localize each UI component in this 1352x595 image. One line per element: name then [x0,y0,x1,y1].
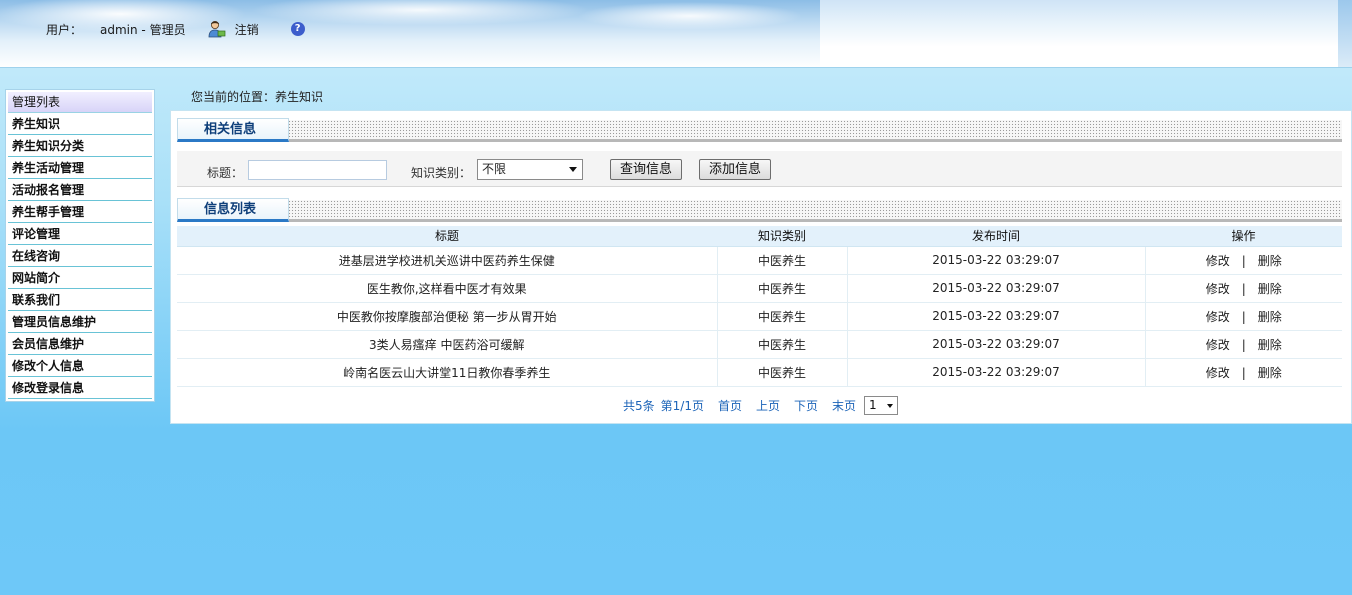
help-icon[interactable]: ? [290,22,305,36]
row-category: 中医养生 [717,274,848,303]
row-title: 进基层进学校进机关巡讲中医药养生保健 [177,246,718,275]
chevron-down-icon [887,404,894,408]
sidebar-item-registration-management[interactable]: 活动报名管理 [8,179,152,201]
user-label: 用户： [46,22,83,37]
column-header-time: 发布时间 [847,226,1145,247]
row-time: 2015-03-22 03:29:07 [847,246,1146,275]
sidebar-item-site-intro[interactable]: 网站简介 [8,267,152,289]
edit-link[interactable]: 修改 [1206,280,1230,297]
title-input[interactable] [248,160,387,180]
user-name: admin - 管理员 [100,22,186,37]
chevron-down-icon [569,167,577,172]
edit-link[interactable]: 修改 [1206,364,1230,381]
row-category: 中医养生 [717,358,848,387]
row-actions: 修改 | 删除 [1145,302,1342,331]
sidebar-item-edit-login[interactable]: 修改登录信息 [8,377,152,399]
row-time: 2015-03-22 03:29:07 [847,330,1146,359]
pager-prev[interactable]: 上页 [756,397,780,414]
category-select[interactable]: 不限 [477,159,583,180]
delete-link[interactable]: 删除 [1258,364,1282,381]
action-separator: | [1241,281,1246,296]
sidebar-item-knowledge-category[interactable]: 养生知识分类 [8,135,152,157]
sidebar-item-admin-maintenance[interactable]: 管理员信息维护 [8,311,152,333]
search-section-header: 相关信息 [177,118,1342,142]
add-button[interactable]: 添加信息 [699,159,772,180]
row-actions: 修改 | 删除 [1145,358,1342,387]
sidebar-item-contact-us[interactable]: 联系我们 [8,289,152,311]
action-separator: | [1241,253,1246,268]
table-row: 3类人易瘙痒 中医药浴可缓解 中医养生 2015-03-22 03:29:07 … [177,330,1342,359]
action-separator: | [1241,337,1246,352]
column-header-title: 标题 [177,226,717,247]
row-actions: 修改 | 删除 [1145,246,1342,275]
page-select-value: 1 [869,398,877,412]
sidebar-item-member-maintenance[interactable]: 会员信息维护 [8,333,152,355]
delete-link[interactable]: 删除 [1258,280,1282,297]
row-title: 中医教你按摩腹部治便秘 第一步从胃开始 [177,302,718,331]
top-header: 用户： admin - 管理员 注销 ? [0,0,1352,68]
table-row: 岭南名医云山大讲堂11日教你春季养生 中医养生 2015-03-22 03:29… [177,358,1342,387]
pager-next[interactable]: 下页 [794,397,818,414]
table-row: 进基层进学校进机关巡讲中医药养生保健 中医养生 2015-03-22 03:29… [177,246,1342,275]
pager-first[interactable]: 首页 [718,397,742,414]
list-section-title: 信息列表 [177,198,289,222]
edit-link[interactable]: 修改 [1206,336,1230,353]
column-header-actions: 操作 [1145,226,1342,247]
search-form: 标题： 知识类别： 不限 查询信息 添加信息 [177,151,1342,187]
sidebar-title: 管理列表 [8,92,152,113]
main-panel: 相关信息 标题： 知识类别： 不限 查询信息 添加信息 信息列表 标题 知识类别… [170,110,1352,424]
sidebar-item-activity-management[interactable]: 养生活动管理 [8,157,152,179]
delete-link[interactable]: 删除 [1258,252,1282,269]
breadcrumb: 您当前的位置：养生知识 [191,90,324,104]
row-title: 3类人易瘙痒 中医药浴可缓解 [177,330,718,359]
delete-link[interactable]: 删除 [1258,308,1282,325]
search-section-title: 相关信息 [177,118,289,142]
title-label: 标题： [207,166,244,180]
sidebar-item-health-knowledge[interactable]: 养生知识 [8,113,152,135]
row-actions: 修改 | 删除 [1145,274,1342,303]
action-separator: | [1241,309,1246,324]
logout-link[interactable]: 注销 [235,21,259,38]
category-label: 知识类别： [411,166,472,180]
row-actions: 修改 | 删除 [1145,330,1342,359]
row-category: 中医养生 [717,302,848,331]
table-row: 医生教你,这样看中医才有效果 中医养生 2015-03-22 03:29:07 … [177,274,1342,303]
table-row: 中医教你按摩腹部治便秘 第一步从胃开始 中医养生 2015-03-22 03:2… [177,302,1342,331]
query-button[interactable]: 查询信息 [610,159,683,180]
sidebar-item-edit-profile[interactable]: 修改个人信息 [8,355,152,377]
action-separator: | [1241,365,1246,380]
row-title: 岭南名医云山大讲堂11日教你春季养生 [177,358,718,387]
pager-total: 共5条 [623,399,655,413]
header-edge [1338,0,1352,67]
pagination: 共5条 第1/1页 首页 上页 下页 末页 1 [623,396,899,415]
category-select-value: 不限 [482,162,507,176]
edit-link[interactable]: 修改 [1206,308,1230,325]
user-logout-icon[interactable] [208,20,226,38]
column-header-category: 知识类别 [717,226,847,247]
sidebar-item-helper-management[interactable]: 养生帮手管理 [8,201,152,223]
list-section-header: 信息列表 [177,198,1342,222]
row-category: 中医养生 [717,330,848,359]
pager-page-info: 第1/1页 [660,399,704,413]
sidebar: 管理列表 养生知识 养生知识分类 养生活动管理 活动报名管理 养生帮手管理 评论… [5,89,155,402]
sidebar-item-online-consult[interactable]: 在线咨询 [8,245,152,267]
pager-last[interactable]: 末页 [832,397,856,414]
sidebar-item-comment-management[interactable]: 评论管理 [8,223,152,245]
page-select[interactable]: 1 [864,396,899,415]
row-title: 医生教你,这样看中医才有效果 [177,274,718,303]
row-time: 2015-03-22 03:29:07 [847,302,1146,331]
table-header-row: 标题 知识类别 发布时间 操作 [177,226,1342,247]
row-time: 2015-03-22 03:29:07 [847,274,1146,303]
info-table: 标题 知识类别 发布时间 操作 进基层进学校进机关巡讲中医药养生保健 中医养生 … [177,226,1342,387]
user-bar: 用户： admin - 管理员 注销 ? [46,20,305,38]
row-category: 中医养生 [717,246,848,275]
delete-link[interactable]: 删除 [1258,336,1282,353]
row-time: 2015-03-22 03:29:07 [847,358,1146,387]
edit-link[interactable]: 修改 [1206,252,1230,269]
